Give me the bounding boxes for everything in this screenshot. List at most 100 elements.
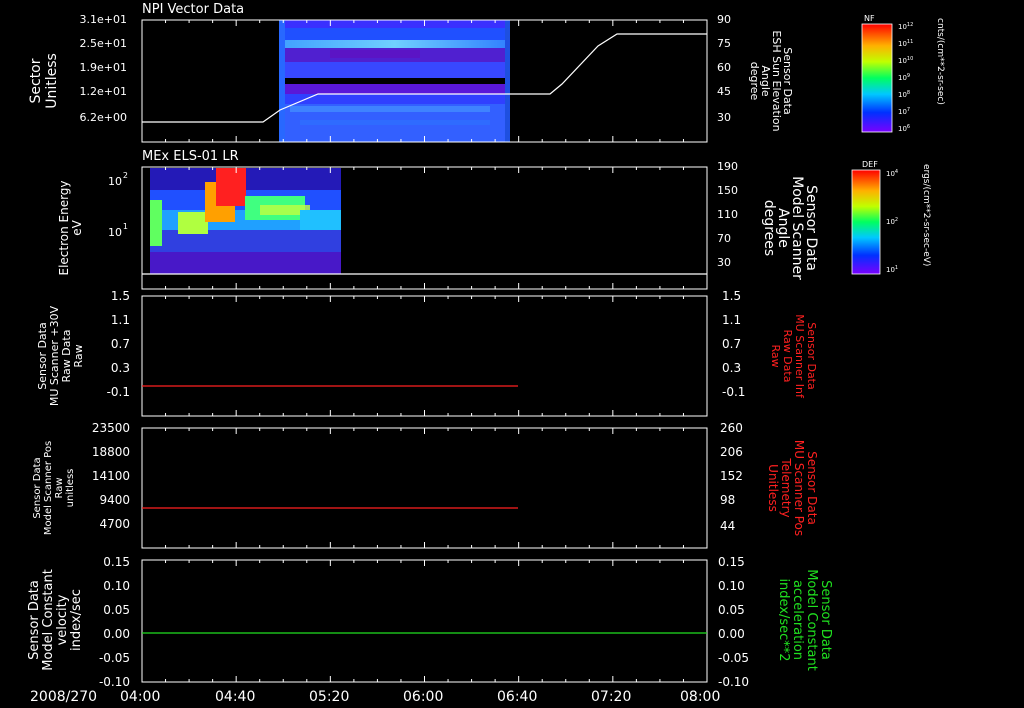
svg-text:Model Constant: Model Constant (41, 569, 56, 671)
svg-text:Electron Energy: Electron Energy (57, 180, 71, 275)
svg-text:degree: degree (748, 62, 761, 101)
svg-text:75: 75 (717, 37, 731, 50)
svg-text:98: 98 (720, 493, 735, 507)
panel-title: MEx ELS-01 LR (142, 149, 239, 164)
svg-text:06:40: 06:40 (497, 689, 537, 705)
svg-text:Model Scanner Pos: Model Scanner Pos (43, 441, 54, 535)
left-axis-label: Electron Energy eV (57, 180, 84, 275)
svg-text:18800: 18800 (92, 445, 130, 459)
svg-text:degrees: degrees (761, 200, 777, 256)
svg-text:60: 60 (717, 61, 731, 74)
axes-box (141, 559, 708, 683)
svg-text:MU Scanner Pos: MU Scanner Pos (792, 440, 806, 536)
svg-text:-0.1: -0.1 (107, 385, 130, 399)
svg-text:NF: NF (864, 14, 875, 23)
svg-text:190: 190 (717, 160, 738, 173)
svg-text:1.9e+01: 1.9e+01 (80, 61, 127, 74)
svg-text:1.5: 1.5 (111, 289, 130, 303)
svg-text:1.2e+01: 1.2e+01 (80, 85, 127, 98)
colorbar-nf: NF 1012 1011 1010 109 108 107 106 cnts/(… (861, 14, 945, 133)
svg-text:0.00: 0.00 (718, 627, 745, 641)
panel-model-constant: 0.15 0.10 0.05 0.00 -0.05 -0.10 0.15 0.1… (27, 555, 833, 689)
svg-text:0.10: 0.10 (718, 579, 745, 593)
svg-text:10: 10 (108, 175, 122, 188)
svg-text:08:00: 08:00 (680, 689, 720, 705)
svg-text:45: 45 (717, 85, 731, 98)
svg-text:index/sec**2: index/sec**2 (776, 578, 791, 661)
svg-text:1.1: 1.1 (722, 313, 741, 327)
left-axis-ticks: 1.5 1.1 0.7 0.3 -0.1 (107, 289, 130, 399)
svg-text:0.10: 0.10 (103, 579, 130, 593)
svg-text:260: 260 (720, 421, 743, 435)
svg-text:0.00: 0.00 (103, 627, 130, 641)
svg-text:04:40: 04:40 (215, 689, 255, 705)
right-axis-label: Sensor Data MU Scanner Inf Raw Data Raw (769, 314, 818, 399)
svg-text:04:00: 04:00 (120, 689, 160, 705)
svg-text:102: 102 (886, 217, 898, 226)
svg-text:Sensor Data: Sensor Data (32, 457, 43, 518)
left-axis-ticks: 10 2 10 1 (108, 171, 128, 239)
svg-text:14100: 14100 (92, 469, 130, 483)
right-axis-ticks: 0.15 0.10 0.05 0.00 -0.05 -0.10 (718, 555, 749, 689)
svg-text:-0.05: -0.05 (718, 651, 749, 665)
svg-text:30: 30 (717, 111, 731, 124)
svg-text:10: 10 (108, 226, 122, 239)
svg-text:1011: 1011 (898, 39, 913, 48)
svg-text:206: 206 (720, 445, 743, 459)
multi-panel-plot: NPI Vector Data 3.1e+01 2.5e+01 1.9e+01 (27, 2, 945, 705)
svg-text:Raw: Raw (769, 344, 782, 367)
svg-text:3.1e+01: 3.1e+01 (80, 13, 127, 26)
svg-text:2.5e+01: 2.5e+01 (80, 37, 127, 50)
svg-text:6.2e+00: 6.2e+00 (80, 111, 127, 124)
left-axis-ticks: 0.15 0.10 0.05 0.00 -0.05 -0.10 (99, 555, 130, 689)
svg-text:0.3: 0.3 (111, 361, 130, 375)
svg-text:0.15: 0.15 (103, 555, 130, 569)
svg-text:0.3: 0.3 (722, 361, 741, 375)
svg-text:0.15: 0.15 (718, 555, 745, 569)
svg-text:-0.10: -0.10 (99, 675, 130, 689)
svg-text:index/sec: index/sec (69, 589, 84, 651)
svg-text:0.7: 0.7 (722, 337, 741, 351)
left-axis-ticks: 3.1e+01 2.5e+01 1.9e+01 1.2e+01 6.2e+00 (80, 13, 127, 124)
svg-text:30: 30 (717, 256, 731, 269)
svg-text:eV: eV (70, 219, 84, 235)
svg-text:9400: 9400 (99, 493, 130, 507)
right-axis-label: Sensor Data Model Constant acceleration … (776, 569, 833, 671)
svg-text:110: 110 (717, 208, 738, 221)
svg-text:-0.10: -0.10 (718, 675, 749, 689)
svg-text:07:20: 07:20 (591, 689, 631, 705)
svg-text:1012: 1012 (898, 22, 913, 31)
svg-text:Raw: Raw (54, 477, 65, 498)
left-axis-label: Sector Unitless (28, 53, 60, 109)
svg-text:4700: 4700 (99, 517, 130, 531)
svg-text:Model Constant: Model Constant (804, 569, 819, 671)
svg-text:06:00: 06:00 (403, 689, 443, 705)
svg-text:ergs/(cm**2-sr-sec-eV): ergs/(cm**2-sr-sec-eV) (921, 164, 931, 266)
svg-text:1: 1 (123, 222, 128, 231)
svg-text:-0.05: -0.05 (99, 651, 130, 665)
svg-text:unitless: unitless (65, 469, 76, 508)
svg-text:acceleration: acceleration (790, 580, 805, 660)
svg-text:Sensor Data: Sensor Data (805, 451, 819, 525)
svg-text:44: 44 (720, 519, 735, 533)
svg-text:Raw: Raw (72, 344, 85, 367)
right-axis-label: Sensor Data Model Scanner Angle degrees (761, 176, 819, 280)
right-axis-ticks: 1.5 1.1 0.7 0.3 -0.1 (722, 289, 745, 399)
svg-text:23500: 23500 (92, 421, 130, 435)
svg-text:0.7: 0.7 (111, 337, 130, 351)
svg-text:1.5: 1.5 (722, 289, 741, 303)
svg-text:107: 107 (898, 107, 910, 116)
svg-text:Sector: Sector (28, 58, 44, 103)
colorbar-def: DEF 104 102 101 ergs/(cm**2-sr-sec-eV) (851, 160, 931, 275)
panel-els: MEx ELS-01 LR 10 2 10 1 190 150 110 70 3… (57, 149, 819, 290)
axes-box (141, 295, 708, 417)
svg-text:1.1: 1.1 (111, 313, 130, 327)
date-label: 2008/270 (30, 689, 97, 705)
right-axis-label: Sensor Data ESH Sun Elevation Angle degr… (748, 30, 794, 131)
panel-npi: NPI Vector Data 3.1e+01 2.5e+01 1.9e+01 (28, 2, 794, 143)
right-axis-ticks: 190 150 110 70 30 (717, 160, 738, 269)
panel-mu-30v: 1.5 1.1 0.7 0.3 -0.1 1.5 1.1 0.7 0.3 -0.… (36, 289, 818, 417)
svg-text:-0.1: -0.1 (722, 385, 745, 399)
panel-title: NPI Vector Data (142, 2, 244, 17)
left-axis-label: Sensor Data Model Scanner Pos Raw unitle… (32, 441, 76, 535)
